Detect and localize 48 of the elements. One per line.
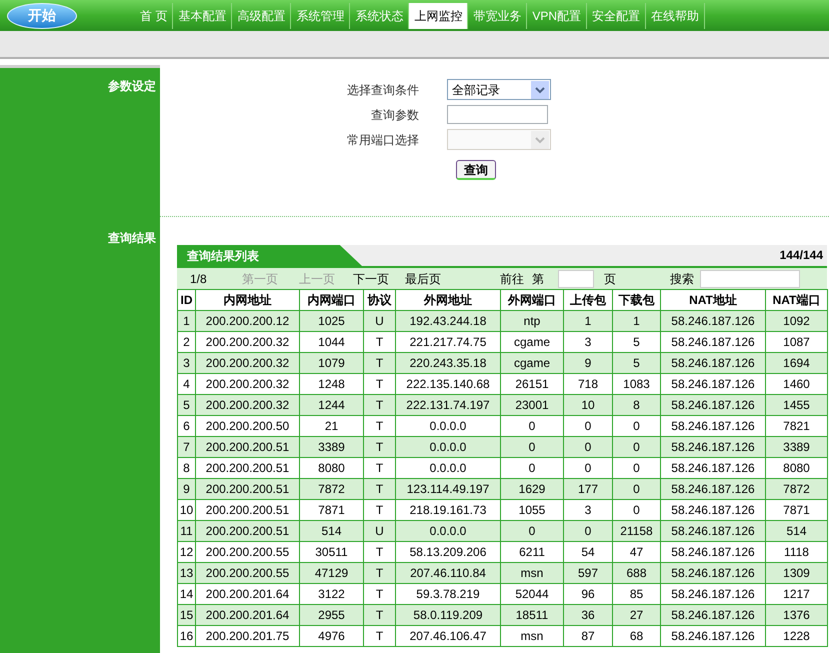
table-cell: 16 xyxy=(178,626,196,646)
section-label: 参数设定 xyxy=(108,78,156,95)
table-cell: T xyxy=(364,626,396,646)
record-count: 144/144 xyxy=(780,247,824,264)
table-cell: 58.246.187.126 xyxy=(660,626,766,646)
input-field[interactable] xyxy=(447,105,548,124)
nav-tab[interactable]: 上网监控 xyxy=(409,3,468,29)
nav-tab[interactable]: 系统管理 xyxy=(291,3,350,29)
column-header: 内网地址 xyxy=(196,290,300,310)
nav-tab[interactable]: 基本配置 xyxy=(173,3,232,29)
nav-tab[interactable]: 安全配置 xyxy=(587,3,646,29)
column-header: 上传包 xyxy=(564,290,612,310)
page-number-field[interactable] xyxy=(558,270,594,288)
column-header: NAT地址 xyxy=(660,290,766,310)
field-label: 常用端口选择 xyxy=(346,132,420,148)
table-cell: 87 xyxy=(564,626,612,646)
search-label: 搜索 xyxy=(670,270,694,288)
table-cell: 4976 xyxy=(300,626,364,646)
nav-tab[interactable]: VPN配置 xyxy=(527,3,588,29)
column-header: 外网地址 xyxy=(396,290,500,310)
last-page-link[interactable]: 最后页 xyxy=(405,272,441,286)
table-cell: 207.46.106.47 xyxy=(396,626,500,646)
page-indicator: 1/8 xyxy=(190,270,208,288)
section-label: 查询结果 xyxy=(108,230,156,247)
table-cell: msn xyxy=(500,626,564,646)
column-header: 协议 xyxy=(364,290,396,310)
search-field[interactable] xyxy=(700,270,800,288)
nav-tab[interactable]: 在线帮助 xyxy=(646,3,706,29)
nav-tab[interactable]: 高级配置 xyxy=(232,3,292,29)
column-header: 下载包 xyxy=(612,290,660,310)
start-button[interactable]: 开始 xyxy=(7,2,77,28)
query-button[interactable]: 查询 xyxy=(456,160,496,180)
column-header: 内网端口 xyxy=(300,290,364,310)
nav-tab[interactable]: 带宽业务 xyxy=(468,3,528,29)
table-cell: 68 xyxy=(612,626,660,646)
goto-label: 第 xyxy=(532,270,544,288)
nav-tab[interactable]: 首 页 xyxy=(135,3,174,29)
column-header: ID xyxy=(178,290,196,310)
goto-label: 前往 xyxy=(500,270,524,288)
column-header: NAT端口 xyxy=(766,290,828,310)
field-label: 查询参数 xyxy=(370,106,420,124)
next-page-link[interactable]: 下一页 xyxy=(353,272,389,286)
page-label: 页 xyxy=(604,270,616,288)
field-label: 选择查询条件 xyxy=(346,82,420,98)
table-cell: 1228 xyxy=(766,626,828,646)
select-field[interactable]: 全部记录 xyxy=(447,79,551,100)
table-cell: 200.200.201.75 xyxy=(196,626,300,646)
column-header: 外网端口 xyxy=(500,290,564,310)
